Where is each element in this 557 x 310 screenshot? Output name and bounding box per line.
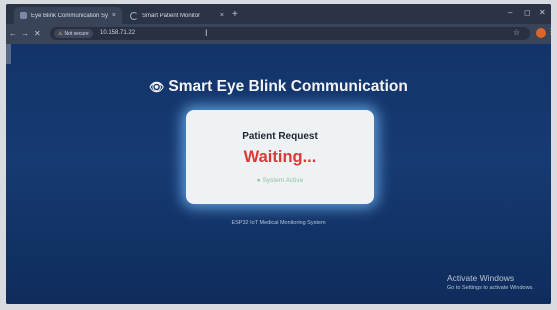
site-favicon-icon (20, 12, 27, 19)
close-tab-icon[interactable]: × (112, 12, 116, 19)
watermark-title: Activate Windows (447, 273, 515, 283)
profile-avatar[interactable] (536, 28, 546, 38)
back-button[interactable]: ← (9, 29, 17, 38)
stop-button[interactable]: ✕ (34, 29, 41, 38)
eye-icon: 👁 (149, 80, 165, 94)
address-toolbar: ← → ✕ ⚠ Not secure 10.158.71.22 I ☆ ⋮ (6, 24, 551, 44)
new-tab-button[interactable]: + (232, 9, 238, 20)
request-status: Waiting... (243, 148, 317, 166)
maximize-button[interactable]: ◻ (524, 8, 531, 17)
menu-icon[interactable]: ⋮ (547, 27, 551, 36)
tab-bar: Eye Blink Communication Syste × Smart Pa… (6, 4, 551, 24)
tab-title: Smart Patient Monitor (142, 12, 201, 19)
warning-icon: ⚠ (58, 30, 63, 37)
page-body: 👁 Smart Eye Blink Communication Patient R… (6, 44, 551, 304)
close-window-button[interactable]: ✕ (539, 8, 546, 17)
page-title-text: Smart Eye Blink Communication (168, 78, 408, 95)
patient-request-card: Patient Request Waiting... ● System Acti… (186, 110, 374, 204)
footer-text: ESP32 IoT Medical Monitoring System (231, 220, 326, 226)
card-heading: Patient Request (242, 131, 318, 142)
loading-icon (130, 11, 138, 20)
bookmark-star-icon[interactable]: ☆ (513, 28, 520, 37)
minimize-button[interactable]: – (508, 8, 512, 17)
monitor-screen: Eye Blink Communication Syste × Smart Pa… (6, 4, 551, 304)
address-bar[interactable]: ⚠ Not secure 10.158.71.22 I ☆ (50, 27, 530, 40)
forward-button[interactable]: → (21, 29, 29, 38)
text-cursor-icon: I (205, 28, 208, 38)
page-edge-strip (6, 44, 11, 64)
tab-title: Eye Blink Communication Syste (31, 12, 108, 19)
system-status: ● System Active (256, 177, 304, 184)
activate-windows-watermark: Activate Windows Go to Settings to activ… (447, 273, 534, 291)
watermark-subtitle: Go to Settings to activate Windows. (447, 285, 534, 291)
security-label: Not secure (64, 30, 89, 37)
tab-smart-patient-monitor[interactable]: Smart Patient Monitor × (124, 7, 230, 24)
url-text[interactable]: 10.158.71.22 (100, 30, 135, 36)
security-chip[interactable]: ⚠ Not secure (54, 29, 93, 38)
tab-eye-blink[interactable]: Eye Blink Communication Syste × (14, 7, 122, 24)
page-title: 👁 Smart Eye Blink Communication (6, 78, 551, 96)
close-tab-icon[interactable]: × (220, 12, 224, 19)
